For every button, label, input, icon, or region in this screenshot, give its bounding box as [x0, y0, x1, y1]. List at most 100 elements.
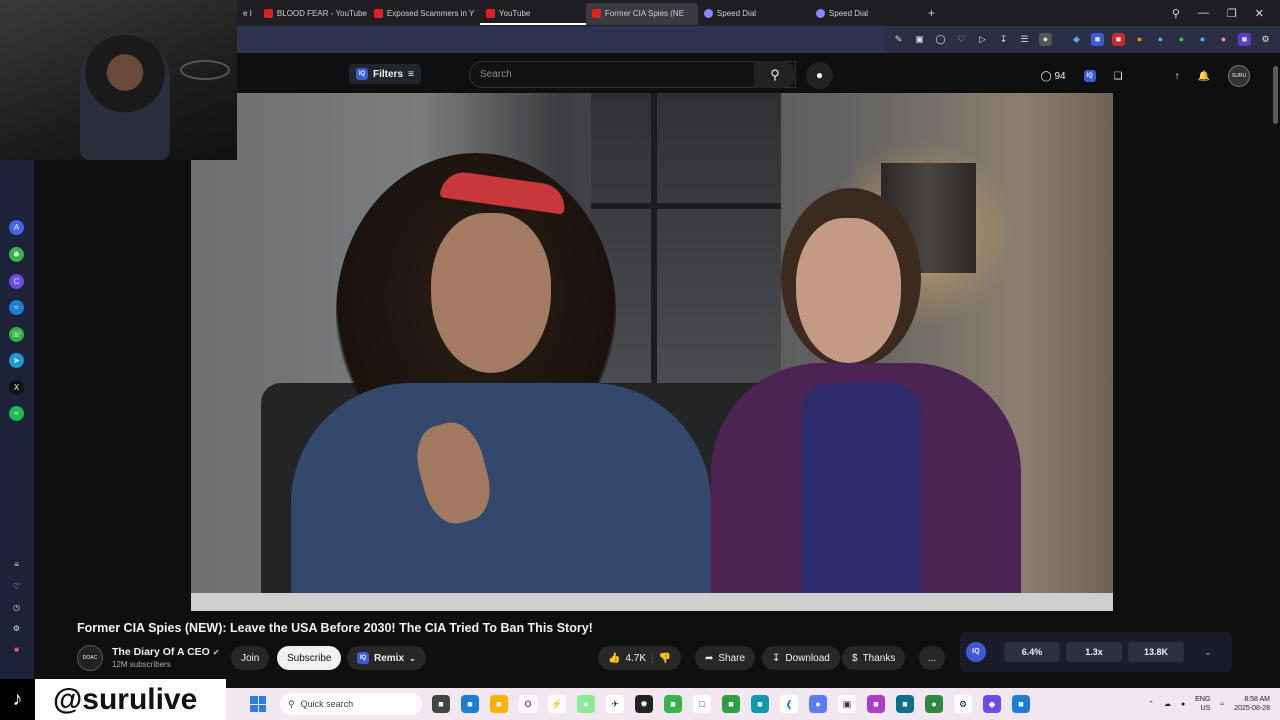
network-icon[interactable]: ≈ [1220, 701, 1224, 708]
channel-avatar[interactable]: DOAC [77, 645, 103, 671]
create-icon[interactable]: ❏ [1114, 71, 1123, 82]
discord-icon[interactable]: ● [809, 695, 827, 713]
search-button[interactable]: ⚲ [754, 61, 796, 88]
clock[interactable]: 8:58 AM 2025-08-28 [1234, 695, 1270, 713]
bell-icon[interactable]: 🔔 [1198, 71, 1210, 82]
history-icon[interactable]: ◷ [9, 600, 24, 615]
extension-icon[interactable]: ■ [1091, 33, 1104, 46]
heart-icon[interactable]: ♡ [9, 579, 24, 594]
upload-arrow-icon[interactable]: ↑ [1175, 71, 1180, 82]
vpn-icon[interactable]: ◯ [934, 33, 947, 46]
rss-icon[interactable]: ● [1133, 33, 1146, 46]
chatgpt-icon[interactable]: ✹ [9, 247, 24, 262]
browser-tab[interactable]: Speed Dial [698, 3, 810, 25]
windows-start-icon[interactable] [250, 696, 266, 712]
messenger-icon[interactable]: ≈ [9, 300, 24, 315]
app-icon[interactable]: ■ [751, 695, 769, 713]
app-icon[interactable]: ● [577, 695, 595, 713]
app-icon[interactable]: ■ [461, 695, 479, 713]
search-input[interactable]: Search [469, 61, 796, 88]
app-icon[interactable]: ⚙ [954, 695, 972, 713]
task-view-icon[interactable]: ■ [432, 695, 450, 713]
x-icon[interactable]: X [9, 380, 24, 395]
app-icon[interactable]: ■ [1012, 695, 1030, 713]
voice-search-button[interactable]: ● [806, 62, 833, 89]
cloud-icon[interactable]: ☁ [1164, 700, 1171, 708]
file-explorer-icon[interactable]: ■ [490, 695, 508, 713]
menu-icon[interactable]: ☰ [1018, 33, 1031, 46]
close-icon[interactable]: ✕ [1255, 7, 1264, 20]
like-dislike-group[interactable]: 👍 4.7K | 👎 [598, 646, 682, 670]
extension-icon[interactable]: ◆ [1070, 33, 1083, 46]
taskbar-search[interactable]: ⚲ Quick search [280, 693, 422, 715]
browser-tab[interactable]: Speed Dial [810, 3, 922, 25]
filters-button[interactable]: IQ Filters ≡ [349, 64, 421, 84]
microphone-icon[interactable]: ● [1181, 701, 1185, 708]
chatgpt-icon[interactable]: ✹ [635, 695, 653, 713]
address-bar[interactable] [237, 26, 884, 53]
edit-icon[interactable]: ✎ [892, 33, 905, 46]
app-icon[interactable]: ◆ [983, 695, 1001, 713]
bolt-icon[interactable]: ⚡ [548, 695, 566, 713]
extension-icon[interactable]: ● [1175, 33, 1188, 46]
more-actions-button[interactable]: ... [919, 646, 945, 670]
thumbs-up-icon[interactable]: 👍 [608, 653, 620, 664]
chevron-up-icon[interactable]: ⌃ [1148, 700, 1154, 708]
thumbs-down-icon[interactable]: 👎 [659, 653, 671, 664]
extension-icon[interactable]: C [9, 274, 24, 289]
extension-icon[interactable]: ■ [1112, 33, 1125, 46]
app-icon[interactable]: ✈ [606, 695, 624, 713]
share-button[interactable]: ➦ Share [695, 646, 756, 670]
browser-tab[interactable]: YouTube [479, 3, 586, 25]
vscode-icon[interactable]: ❰ [780, 695, 798, 713]
app-icon[interactable]: ● [925, 695, 943, 713]
app-icon[interactable]: □ [693, 695, 711, 713]
subscribe-button[interactable]: Subscribe [277, 646, 342, 670]
extension-icon[interactable]: ● [1154, 33, 1167, 46]
search-tabs-icon[interactable]: ⚲ [1172, 7, 1180, 20]
telegram-icon[interactable]: ➤ [9, 353, 24, 368]
app-icon[interactable]: ■ [722, 695, 740, 713]
whatsapp-icon[interactable]: ☏ [9, 327, 24, 342]
iq-logo-icon[interactable]: IQ [966, 642, 986, 662]
spotify-icon[interactable]: ≈ [9, 406, 24, 421]
tools-icon[interactable]: ≡ [9, 557, 24, 572]
app-icon[interactable]: ■ [664, 695, 682, 713]
app-icon[interactable]: ▣ [838, 695, 856, 713]
chevron-down-icon[interactable]: ⌄ [1204, 647, 1212, 658]
extension-icon[interactable]: ■ [1238, 33, 1251, 46]
browser-tab[interactable]: BLOOD FEAR - YouTube [258, 3, 368, 25]
account-avatar[interactable]: SURU [1228, 65, 1250, 87]
video-player[interactable] [191, 93, 1113, 611]
extension-icon[interactable]: ● [1196, 33, 1209, 46]
download-button[interactable]: ↧ Download [762, 646, 840, 670]
minimize-icon[interactable]: — [1198, 7, 1209, 20]
download-icon[interactable]: ↧ [997, 33, 1010, 46]
opera-icon[interactable]: O [519, 695, 537, 713]
browser-tab[interactable]: e I [237, 3, 258, 25]
restore-icon[interactable]: ❐ [1227, 7, 1237, 20]
browser-tab-active[interactable]: Former CIA Spies (NE [585, 3, 698, 25]
more-icon: ... [927, 652, 937, 664]
profile-icon[interactable]: ● [1039, 33, 1052, 46]
app-icon[interactable]: ■ [867, 695, 885, 713]
youtube-icon[interactable]: ■ [9, 642, 24, 657]
iq-extension-icon[interactable]: IQ [1083, 70, 1096, 82]
heart-icon[interactable]: ♡ [955, 33, 968, 46]
thanks-button[interactable]: $ Thanks [842, 646, 906, 670]
screenshot-icon[interactable]: ▣ [913, 33, 926, 46]
extensions-puzzle-icon[interactable]: ⚙ [1259, 33, 1272, 46]
extension-icon[interactable]: ● [1217, 33, 1230, 46]
settings-icon[interactable]: ⚙ [9, 621, 24, 636]
channel-name[interactable]: The Diary Of A CEO ✔ [112, 646, 219, 658]
join-button[interactable]: Join [231, 646, 270, 670]
language-indicator[interactable]: ENG US [1195, 695, 1210, 713]
app-icon[interactable]: ■ [896, 695, 914, 713]
aria-icon[interactable]: A [9, 220, 24, 235]
notification-counter[interactable]: ◯ 94 [1040, 71, 1065, 82]
play-icon[interactable]: ▷ [976, 33, 989, 46]
browser-tab[interactable]: Exposed Scammers in Y [368, 3, 480, 25]
remix-button[interactable]: IQ Remix ⌄ [347, 646, 426, 670]
page-scrollbar[interactable] [1273, 66, 1278, 124]
new-tab-button[interactable]: + [922, 3, 942, 25]
